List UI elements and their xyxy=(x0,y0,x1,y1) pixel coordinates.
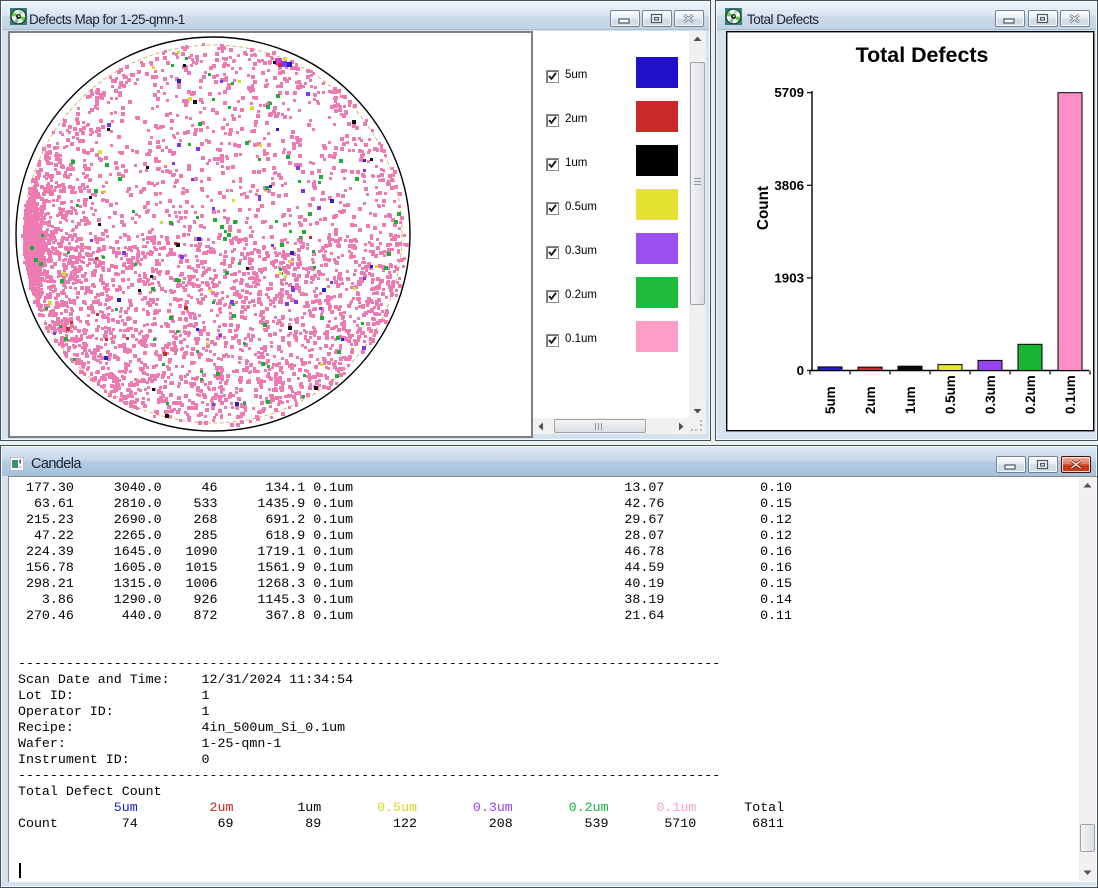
svg-text:1um: 1um xyxy=(903,386,918,414)
svg-text:1903: 1903 xyxy=(774,270,804,285)
svg-text:5709: 5709 xyxy=(774,85,804,100)
svg-text:0.2um: 0.2um xyxy=(1023,375,1038,414)
svg-text:0.3um: 0.3um xyxy=(983,375,998,414)
svg-text:Total Defects: Total Defects xyxy=(856,43,989,67)
svg-text:0: 0 xyxy=(797,363,804,378)
svg-text:3806: 3806 xyxy=(774,178,804,193)
svg-text:0.1um: 0.1um xyxy=(1063,375,1078,414)
svg-text:Count: Count xyxy=(755,186,772,230)
svg-text:0.5um: 0.5um xyxy=(943,375,958,414)
svg-text:2um: 2um xyxy=(863,386,878,414)
svg-text:5um: 5um xyxy=(823,386,838,414)
